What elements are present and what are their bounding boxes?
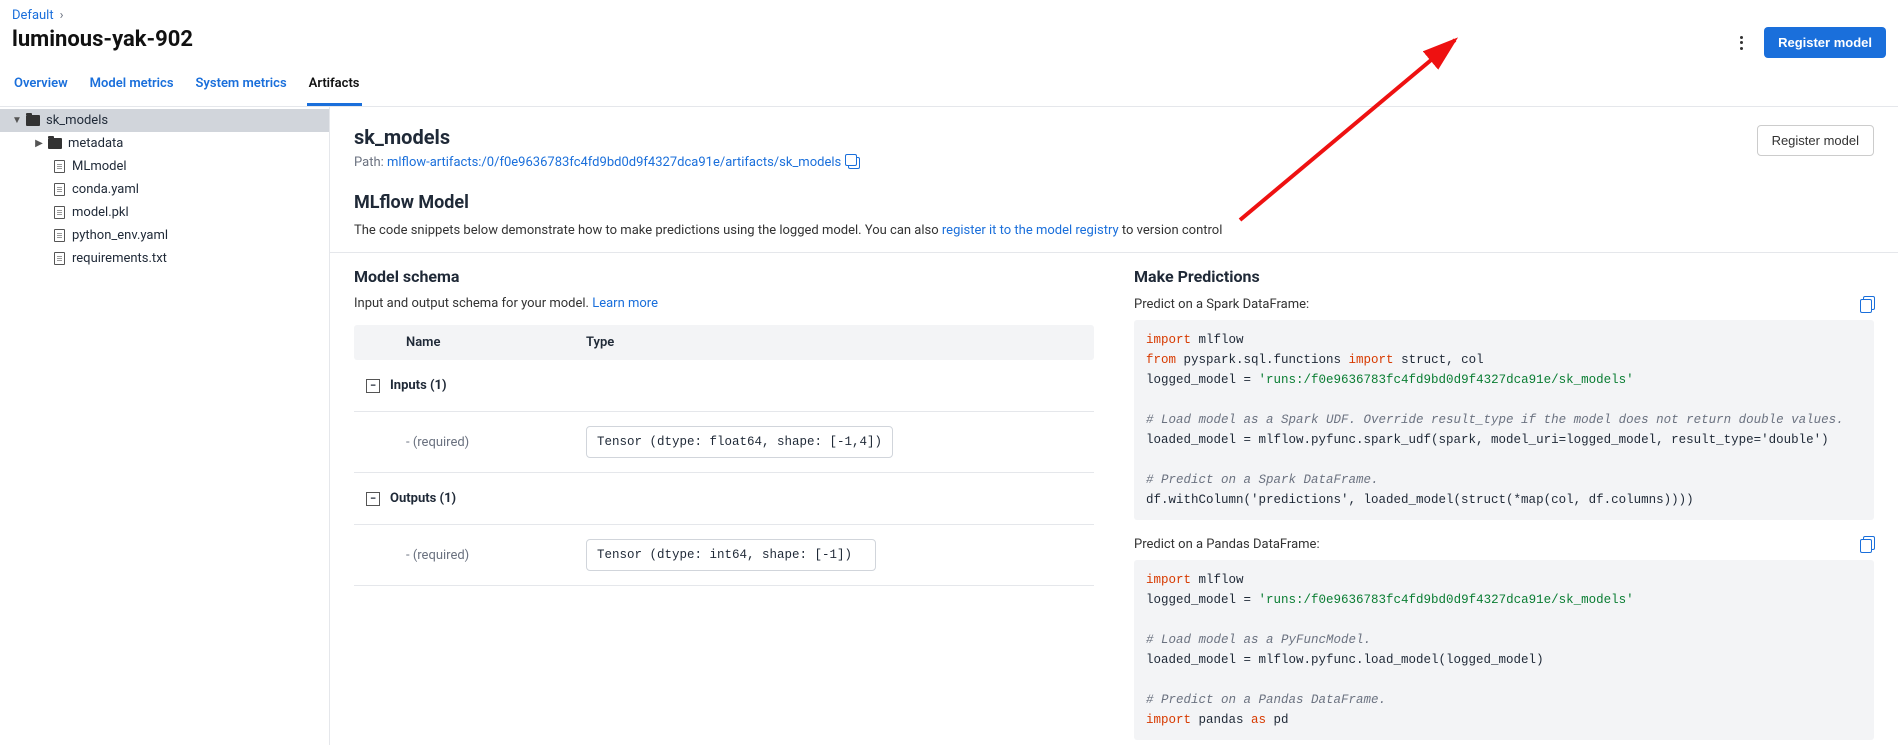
tree-file[interactable]: python_env.yaml — [0, 224, 329, 247]
tree-file[interactable]: conda.yaml — [0, 178, 329, 201]
schema-desc: Input and output schema for your model. … — [354, 296, 1094, 311]
pandas-code-block: import mlflow logged_model = 'runs:/f0e9… — [1134, 560, 1874, 740]
register-model-button-panel[interactable]: Register model — [1757, 125, 1874, 156]
tree-file[interactable]: model.pkl — [0, 201, 329, 224]
col-name: Name — [406, 335, 586, 350]
tree-label: sk_models — [46, 113, 108, 128]
learn-more-link[interactable]: Learn more — [592, 296, 658, 311]
artifact-tree: ▼ sk_models ▶ metadata MLmodel conda.yam… — [0, 107, 330, 745]
file-icon — [54, 229, 65, 242]
copy-path-icon[interactable] — [848, 157, 860, 169]
tree-file[interactable]: requirements.txt — [0, 247, 329, 270]
chevron-right-icon: › — [60, 8, 64, 23]
mlflow-model-desc: The code snippets below demonstrate how … — [354, 223, 1874, 238]
mlflow-model-title: MLflow Model — [354, 192, 1874, 213]
schema-title: Model schema — [354, 267, 1094, 286]
tree-label: model.pkl — [72, 205, 129, 220]
divider — [330, 252, 1898, 253]
breadcrumb-root[interactable]: Default — [12, 8, 54, 23]
tab-bar: Overview Model metrics System metrics Ar… — [0, 66, 1898, 107]
tree-folder-metadata[interactable]: ▶ metadata — [0, 132, 329, 155]
spark-code-block: import mlflow from pyspark.sql.functions… — [1134, 320, 1874, 520]
tree-label: MLmodel — [72, 159, 127, 174]
schema-row-input: - (required) Tensor (dtype: float64, sha… — [354, 412, 1094, 473]
spark-predict-label: Predict on a Spark DataFrame: — [1134, 297, 1309, 312]
col-type: Type — [586, 335, 1082, 350]
schema-inputs-group[interactable]: − Inputs (1) — [354, 360, 1094, 412]
collapse-icon[interactable]: − — [366, 492, 380, 506]
register-model-button-header[interactable]: Register model — [1764, 27, 1886, 58]
tree-folder-root[interactable]: ▼ sk_models — [0, 109, 329, 132]
tab-overview[interactable]: Overview — [12, 66, 70, 106]
folder-icon — [26, 115, 40, 126]
folder-icon — [48, 138, 62, 149]
tab-system-metrics[interactable]: System metrics — [194, 66, 289, 106]
schema-row-output: - (required) Tensor (dtype: int64, shape… — [354, 525, 1094, 586]
file-icon — [54, 252, 65, 265]
tensor-type: Tensor (dtype: int64, shape: [-1]) — [586, 539, 876, 571]
page-title: luminous-yak-902 — [12, 27, 193, 52]
tree-file[interactable]: MLmodel — [0, 155, 329, 178]
tree-label: python_env.yaml — [72, 228, 168, 243]
tree-label: metadata — [68, 136, 123, 151]
tensor-type: Tensor (dtype: float64, shape: [-1,4]) — [586, 426, 893, 458]
tree-label: conda.yaml — [72, 182, 139, 197]
copy-code-icon[interactable] — [1860, 536, 1874, 552]
file-icon — [54, 206, 65, 219]
file-icon — [54, 160, 65, 173]
schema-outputs-group[interactable]: − Outputs (1) — [354, 473, 1094, 525]
schema-header-row: Name Type — [354, 325, 1094, 360]
caret-right-icon: ▶ — [34, 138, 44, 149]
tab-artifacts[interactable]: Artifacts — [307, 66, 362, 106]
collapse-icon[interactable]: − — [366, 379, 380, 393]
register-link[interactable]: register it to the model registry — [942, 223, 1119, 238]
artifact-path: Path: mlflow-artifacts:/0/f0e9636783fc4f… — [354, 155, 860, 170]
more-options-icon[interactable] — [1732, 34, 1750, 52]
file-icon — [54, 183, 65, 196]
copy-code-icon[interactable] — [1860, 296, 1874, 312]
tree-label: requirements.txt — [72, 251, 167, 266]
tab-model-metrics[interactable]: Model metrics — [88, 66, 176, 106]
breadcrumb: Default › — [12, 8, 1886, 23]
pandas-predict-label: Predict on a Pandas DataFrame: — [1134, 537, 1320, 552]
predictions-title: Make Predictions — [1134, 267, 1874, 286]
artifact-path-value: mlflow-artifacts:/0/f0e9636783fc4fd9bd0d… — [387, 155, 841, 170]
artifact-title: sk_models — [354, 125, 860, 149]
caret-down-icon: ▼ — [12, 115, 22, 126]
